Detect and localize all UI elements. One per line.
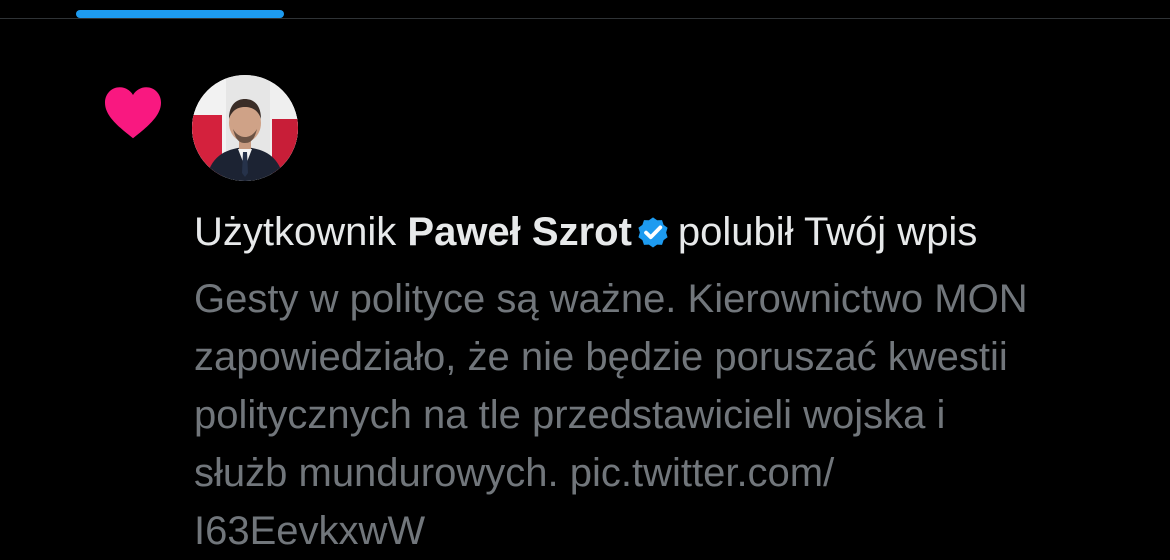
tweet-line: służb mundurowych. pic.twitter.com/ [194,451,835,495]
active-tab-indicator [76,10,284,18]
user-name-link[interactable]: Paweł Szrot [407,210,632,254]
tweet-line: politycznych na tle przedstawicieli wojs… [194,393,946,437]
top-tab-bar [0,0,1170,19]
tweet-line: zapowiedziało, że nie będzie poruszać kw… [194,335,1008,379]
liked-tweet-text[interactable]: Gesty w polityce są ważne. Kierownictwo … [194,270,1154,560]
user-avatar[interactable] [192,75,298,181]
notification-headline: Użytkownik Paweł Szrot polubił Twój wpis [194,206,977,258]
heart-icon [105,87,161,139]
verified-badge-icon [638,217,668,248]
tweet-link[interactable]: I63EevkxwW [194,502,1154,560]
headline-action: polubił Twój wpis [677,210,978,254]
tweet-line: Gesty w polityce są ważne. Kierownictwo … [194,277,1028,321]
headline-prefix: Użytkownik [194,210,397,254]
like-notification[interactable]: Użytkownik Paweł Szrot polubił Twój wpis… [0,20,1170,553]
